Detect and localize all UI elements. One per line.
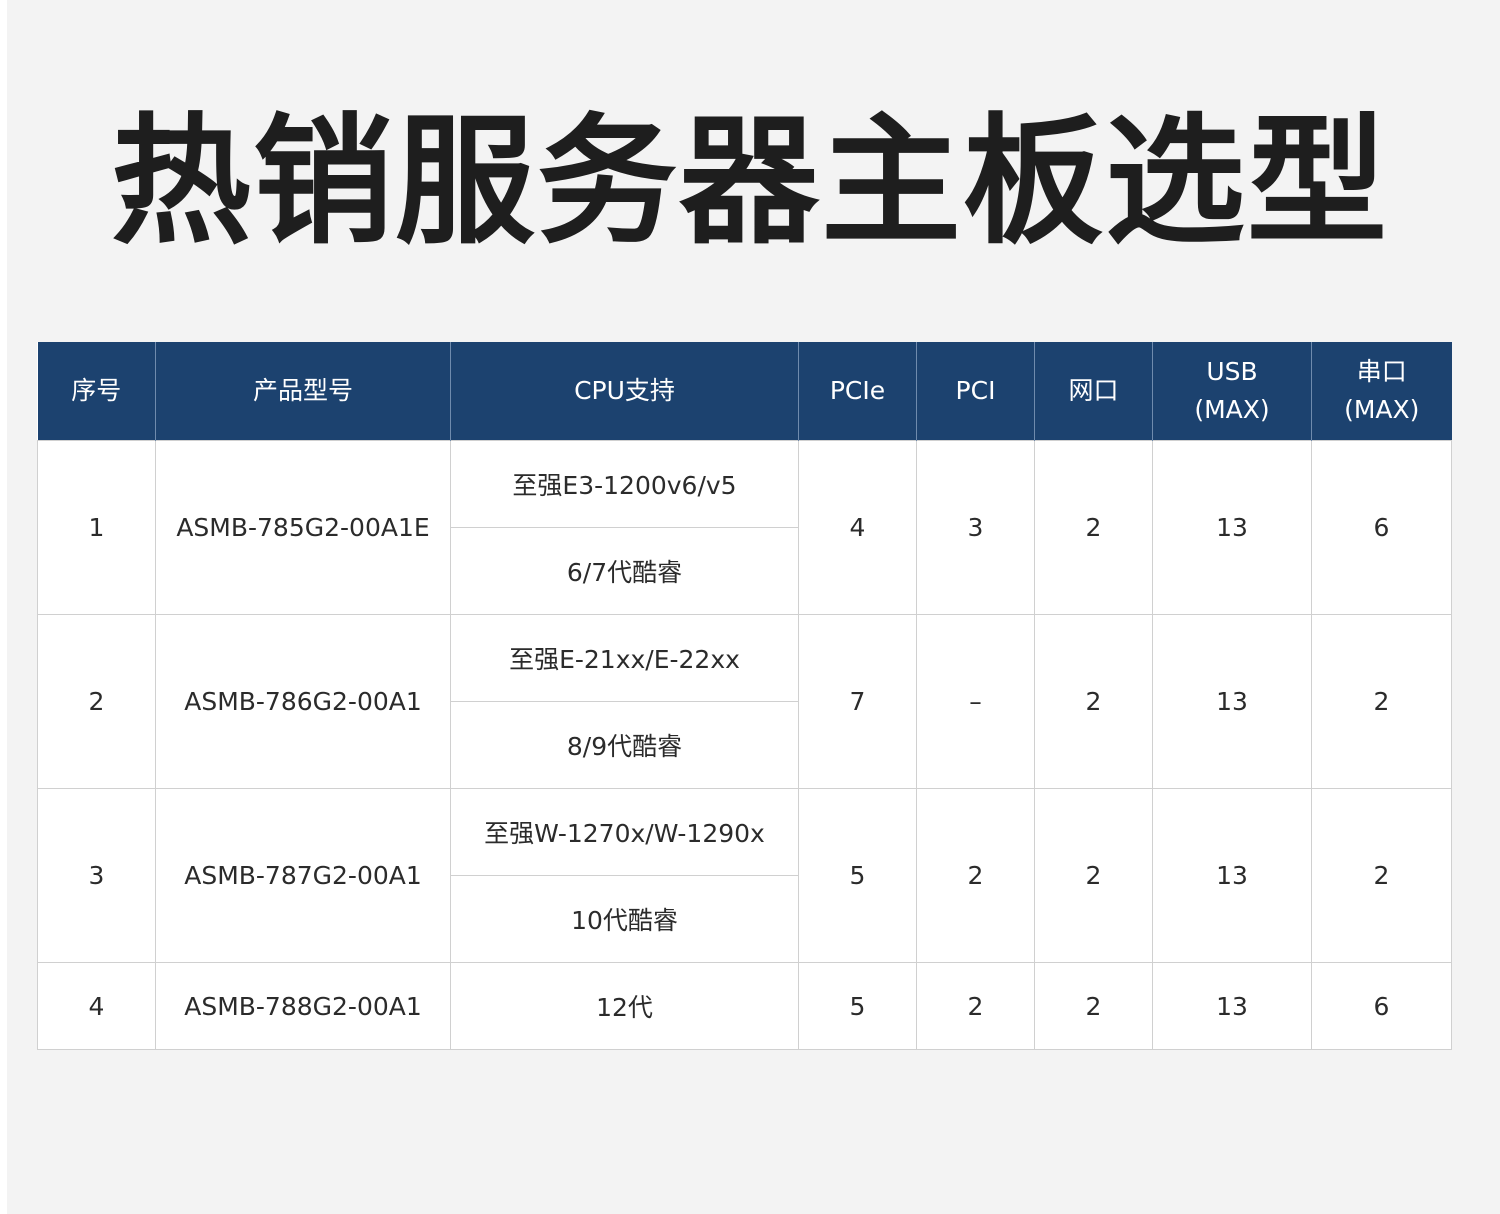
cell-cpu-primary: 至强E3-1200v6/v5 xyxy=(450,440,799,528)
header-serial-line2: (MAX) xyxy=(1344,395,1420,424)
cell-pcie: 7 xyxy=(798,614,917,789)
cell-index: 3 xyxy=(37,788,156,963)
page-title: 热销服务器主板选型 xyxy=(110,101,1389,264)
cell-lan: 2 xyxy=(1034,614,1153,789)
cell-cpu-primary: 12代 xyxy=(450,962,799,1050)
table-header-row: 序号 产品型号 CPU支持 PCIe PCI 网口 USB (MAX) 串口 (… xyxy=(37,342,1452,441)
cell-lan: 2 xyxy=(1034,788,1153,963)
cell-usb: 13 xyxy=(1152,788,1312,963)
cell-cpu-primary: 至强W-1270x/W-1290x xyxy=(450,788,799,876)
cell-pci: – xyxy=(916,614,1035,789)
table-row: 3 ASMB-787G2-00A1 至强W-1270x/W-1290x 5 2 … xyxy=(37,788,1452,963)
cell-model: ASMB-785G2-00A1E xyxy=(155,440,451,615)
header-pcie: PCIe xyxy=(798,342,917,441)
header-serial: 串口 (MAX) xyxy=(1311,342,1452,441)
cell-pci: 2 xyxy=(916,962,1035,1050)
cell-usb: 13 xyxy=(1152,962,1312,1050)
header-pci: PCI xyxy=(916,342,1035,441)
header-cpu: CPU支持 xyxy=(450,342,799,441)
table-row: 1 ASMB-785G2-00A1E 至强E3-1200v6/v5 4 3 2 … xyxy=(37,440,1452,615)
cell-pcie: 4 xyxy=(798,440,917,615)
motherboard-spec-table: 序号 产品型号 CPU支持 PCIe PCI 网口 USB (MAX) 串口 (… xyxy=(37,342,1452,1050)
cell-cpu-secondary: 8/9代酷睿 xyxy=(450,701,799,789)
cell-pcie: 5 xyxy=(798,962,917,1050)
header-usb: USB (MAX) xyxy=(1152,342,1312,441)
cell-cpu-secondary: 10代酷睿 xyxy=(450,875,799,963)
cell-usb: 13 xyxy=(1152,614,1312,789)
cell-serial: 2 xyxy=(1311,788,1452,963)
cell-index: 2 xyxy=(37,614,156,789)
cell-serial: 6 xyxy=(1311,962,1452,1050)
cell-pci: 2 xyxy=(916,788,1035,963)
header-usb-line2: (MAX) xyxy=(1194,395,1270,424)
table-row: 2 ASMB-786G2-00A1 至强E-21xx/E-22xx 7 – 2 … xyxy=(37,614,1452,789)
cell-model: ASMB-788G2-00A1 xyxy=(155,962,451,1050)
header-model: 产品型号 xyxy=(155,342,451,441)
cell-lan: 2 xyxy=(1034,440,1153,615)
cell-model: ASMB-786G2-00A1 xyxy=(155,614,451,789)
cell-usb: 13 xyxy=(1152,440,1312,615)
cell-lan: 2 xyxy=(1034,962,1153,1050)
header-lan: 网口 xyxy=(1034,342,1153,441)
cell-pci: 3 xyxy=(916,440,1035,615)
cell-index: 4 xyxy=(37,962,156,1050)
table-row: 4 ASMB-788G2-00A1 12代 5 2 2 13 6 xyxy=(37,962,1452,1050)
cell-cpu-primary: 至强E-21xx/E-22xx xyxy=(450,614,799,702)
cell-serial: 6 xyxy=(1311,440,1452,615)
cell-pcie: 5 xyxy=(798,788,917,963)
header-index: 序号 xyxy=(37,342,156,441)
cell-cpu-secondary: 6/7代酷睿 xyxy=(450,527,799,615)
header-usb-line1: USB xyxy=(1206,357,1258,386)
cell-model: ASMB-787G2-00A1 xyxy=(155,788,451,963)
cell-serial: 2 xyxy=(1311,614,1452,789)
cell-index: 1 xyxy=(37,440,156,615)
header-serial-line1: 串口 xyxy=(1356,357,1407,386)
